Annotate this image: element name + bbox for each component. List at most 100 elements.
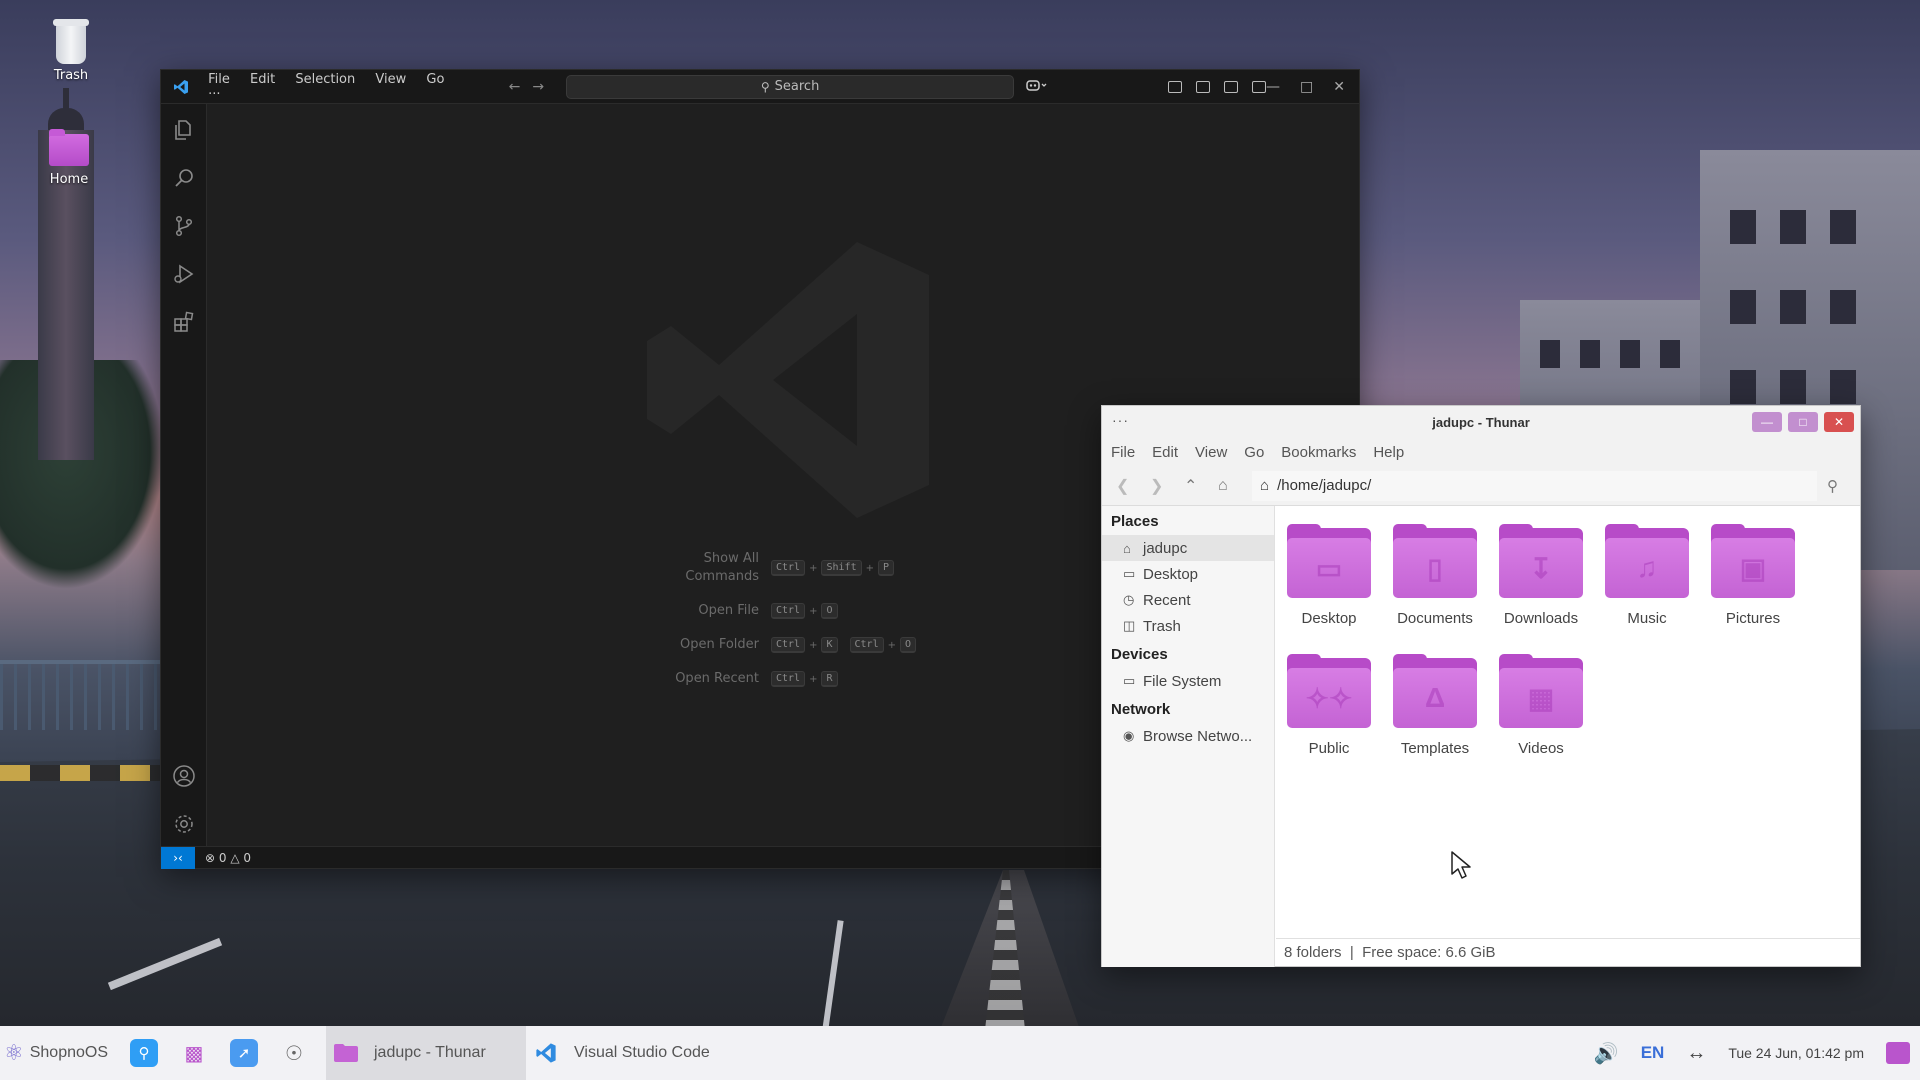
minimize-button[interactable]: — [1752,412,1782,432]
forward-arrow-icon[interactable]: → [532,79,556,95]
sidebar-item-jadupc[interactable]: ⌂ jadupc [1102,535,1274,561]
close-button[interactable]: ✕ [1824,412,1854,432]
sidebar-item-trash[interactable]: ◫ Trash [1102,613,1274,639]
keycap: P [877,560,895,576]
folder-templates[interactable]: Δ Templates [1382,654,1488,757]
thunar-menu-file[interactable]: File [1111,444,1135,461]
run-debug-icon[interactable] [172,262,196,286]
shortcut-row-open-file[interactable]: Open File Ctrl + O [651,602,916,620]
key-plus: + [809,605,818,617]
volume-icon[interactable]: 🔊 [1594,1041,1619,1066]
vscode-menu-go[interactable]: Go [418,72,452,87]
folder-icon: ♫ [1605,524,1689,598]
back-arrow-icon[interactable]: ← [509,79,533,95]
network-arrows-icon[interactable]: ↔ [1686,1042,1706,1065]
location-bar[interactable]: ⌂ /home/jadupc/ [1252,470,1817,501]
vscode-menu-edit[interactable]: Edit [242,72,283,87]
toggle-primary-sidebar-icon[interactable] [1196,80,1211,93]
thunar-menu-edit[interactable]: Edit [1152,444,1178,461]
folder-desktop[interactable]: ▭ Desktop [1276,524,1382,627]
remote-indicator-icon[interactable]: ›‹ [161,846,195,869]
folder-icon: ▣ [1711,524,1795,598]
accounts-icon[interactable] [172,764,196,788]
sidebar-item-label: File System [1143,672,1222,690]
window-menu-icon[interactable]: ··· [1112,412,1129,428]
sidebar-item-label: Browse Netwo... [1143,727,1253,745]
forward-chevron-icon[interactable]: ❯ [1150,476,1184,496]
maximize-button[interactable]: □ [1788,412,1818,432]
sidebar-item-recent[interactable]: ◷ Recent [1102,587,1274,613]
chrome-icon[interactable]: ☉ [280,1039,308,1067]
start-menu-button[interactable]: ⚛ ShopnoOS [0,1040,130,1066]
copilot-icon[interactable] [1026,78,1048,96]
keyboard-layout-indicator[interactable]: EN [1641,1043,1665,1063]
thunar-menu-go[interactable]: Go [1244,444,1264,461]
mouse-pointer-icon [1451,851,1471,879]
vscode-menu-selection[interactable]: Selection [287,72,363,87]
parent-folder-icon[interactable]: ⌃ [1184,476,1218,496]
shortcut-row-show-commands[interactable]: Show All Commands Ctrl + Shift + P [651,550,916,586]
keycap: O [900,637,917,653]
shortcut-row-open-folder[interactable]: Open Folder Ctrl + K Ctrl + O [651,636,917,654]
folder-icon: ↧ [1499,524,1583,598]
taskbar-task-vscode[interactable]: Visual Studio Code [526,1026,730,1080]
home-icon[interactable]: ⌂ [1218,477,1252,495]
vscode-menu-file[interactable]: File [200,72,238,87]
thunar-menu-bookmarks[interactable]: Bookmarks [1281,444,1356,461]
search-icon[interactable]: ⚲ [1827,477,1838,495]
thunar-titlebar[interactable]: ··· jadupc - Thunar — □ ✕ [1102,406,1860,439]
source-control-icon[interactable] [172,214,196,238]
thunar-menu-view[interactable]: View [1195,444,1227,461]
clock[interactable]: Tue 24 Jun, 01:42 pm [1728,1045,1864,1061]
sidebar-item-desktop[interactable]: ▭ Desktop [1102,561,1274,587]
folder-downloads[interactable]: ↧ Downloads [1488,524,1594,627]
thunar-menu-help[interactable]: Help [1373,444,1404,461]
taskbar-task-thunar[interactable]: jadupc - Thunar [326,1026,526,1080]
network-icon: ◉ [1123,728,1135,743]
minimize-icon[interactable]: — [1266,79,1280,95]
sidebar-item-file-system[interactable]: ▭ File System [1102,668,1274,694]
folder-music[interactable]: ♫ Music [1594,524,1700,627]
folder-pictures[interactable]: ▣ Pictures [1700,524,1806,627]
vscode-command-center[interactable]: ⚲ Search [566,74,1015,99]
search-view-icon[interactable] [172,166,196,190]
browser-compass-icon[interactable]: ➚ [230,1039,258,1067]
folder-icon: ▯ [1393,524,1477,598]
key-plus: + [809,673,818,685]
sidebar-item-label: Recent [1143,591,1191,609]
vscode-menu-view[interactable]: View [367,72,414,87]
close-icon[interactable]: ✕ [1333,79,1345,95]
key-plus: + [809,639,818,651]
settings-gear-icon[interactable] [172,812,196,836]
folder-public[interactable]: ✧✧ Public [1276,654,1382,757]
folder-icon [332,1042,360,1064]
desktop-trash-icon[interactable]: Trash [26,19,116,83]
minimize-icon: — [1761,415,1773,429]
shortcut-row-open-recent[interactable]: Open Recent Ctrl + R [651,670,916,688]
atom-logo-icon: ⚛ [4,1040,24,1065]
file-manager-icon[interactable]: ▩ [180,1039,208,1067]
folder-videos[interactable]: ▦ Videos [1488,654,1594,757]
back-chevron-icon[interactable]: ❮ [1116,476,1150,496]
folder-icon: ▦ [1499,654,1583,728]
show-desktop-icon[interactable] [1886,1042,1910,1064]
extensions-icon[interactable] [172,310,196,334]
picture-icon: ▣ [1739,552,1767,584]
sidebar-item-browse-network[interactable]: ◉ Browse Netwo... [1102,723,1274,749]
desktop-home-icon[interactable]: Home [24,129,114,187]
toggle-secondary-sidebar-icon[interactable] [1252,80,1267,93]
keycap: O [821,603,838,619]
vscode-nav-arrows: ←→ [509,79,556,95]
folder-icon: ✧✧ [1287,654,1371,728]
app-search-icon[interactable]: ⚲ [130,1039,158,1067]
customize-layout-icon[interactable] [1168,80,1183,93]
toggle-panel-icon[interactable] [1224,80,1239,93]
maximize-icon[interactable]: □ [1300,79,1313,95]
vscode-menu-more[interactable]: ··· [200,87,228,102]
vscode-welcome-shortcuts: Show All Commands Ctrl + Shift + P Open Fi… [651,550,917,704]
clock-icon: ◷ [1123,592,1135,607]
explorer-icon[interactable] [172,118,196,142]
start-label: ShopnoOS [29,1044,109,1061]
problems-indicator[interactable]: ⊗ 0 △ 0 [195,851,251,865]
folder-documents[interactable]: ▯ Documents [1382,524,1488,627]
